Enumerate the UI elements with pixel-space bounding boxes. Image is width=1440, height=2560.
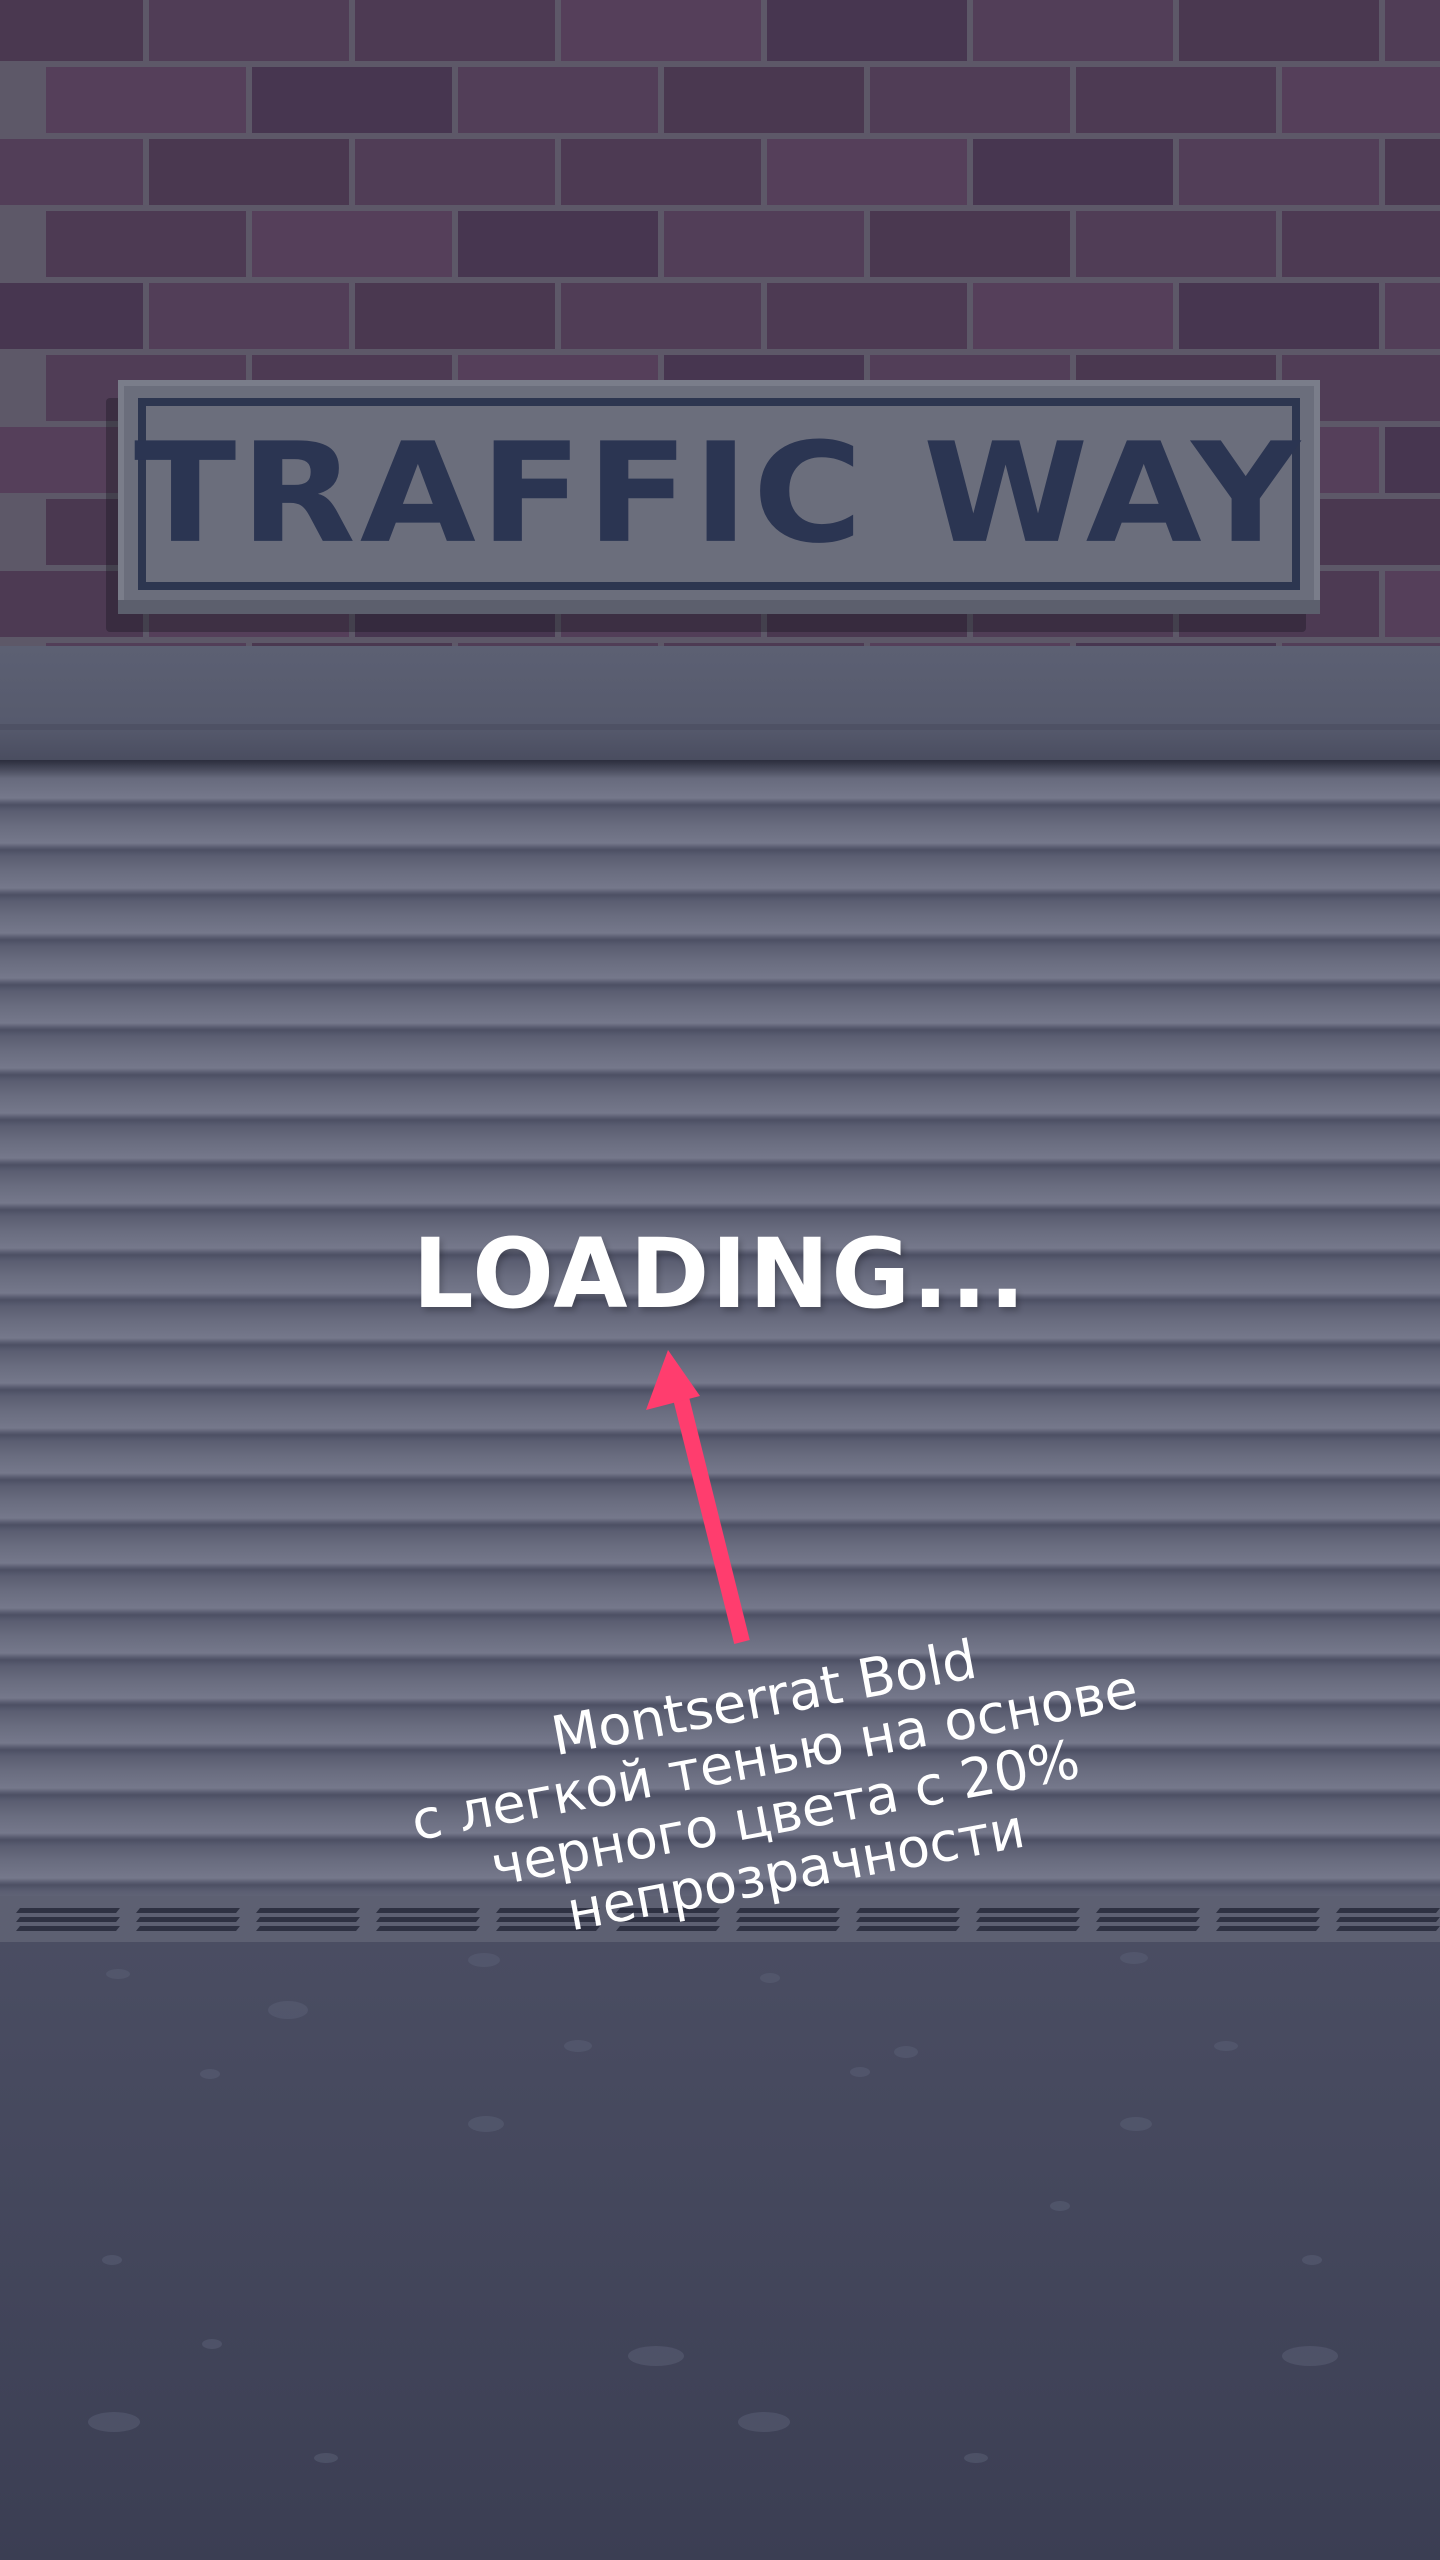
grate-slat xyxy=(256,1917,360,1922)
brick xyxy=(1076,67,1276,133)
brick xyxy=(1179,0,1379,61)
floor-pebble xyxy=(200,2069,220,2079)
floor-pebble xyxy=(102,2255,122,2265)
floor-pebble xyxy=(88,2412,140,2432)
traffic-way-sign: TRAFFIC WAY xyxy=(118,380,1320,612)
grate-slat xyxy=(856,1917,960,1922)
brick xyxy=(458,67,658,133)
grate-slat xyxy=(1096,1926,1200,1931)
floor-pebble xyxy=(564,2040,592,2052)
brick xyxy=(1385,139,1440,205)
brick xyxy=(46,211,246,277)
floor-pebble xyxy=(468,2116,504,2132)
grate-slat xyxy=(1216,1917,1320,1922)
brick xyxy=(767,139,967,205)
brick xyxy=(46,67,246,133)
floor-pebble xyxy=(1120,1952,1148,1964)
floor-pebbles xyxy=(88,1952,1338,2463)
brick xyxy=(767,0,967,61)
floor-pebble xyxy=(964,2453,988,2463)
brick xyxy=(355,0,555,61)
brick xyxy=(870,211,1070,277)
floor-pebble xyxy=(314,2453,338,2463)
grate-slat xyxy=(256,1908,360,1913)
grate-slat xyxy=(736,1926,840,1931)
grate-slat xyxy=(256,1926,360,1931)
brick xyxy=(1282,211,1440,277)
sign-frame: TRAFFIC WAY xyxy=(134,398,1300,590)
grate-slat xyxy=(136,1908,240,1913)
floor-pebble xyxy=(760,1973,780,1983)
brick xyxy=(458,211,658,277)
brick xyxy=(664,67,864,133)
brick xyxy=(1385,571,1440,637)
grate-slat xyxy=(1336,1908,1440,1913)
grate-slat xyxy=(736,1917,840,1922)
loading-label: LOADING... xyxy=(412,1218,1028,1330)
grate-slat xyxy=(136,1926,240,1931)
floor-pebble xyxy=(106,1969,130,1979)
grate-slat xyxy=(1216,1908,1320,1913)
floor-pebble xyxy=(268,2001,308,2019)
brick xyxy=(664,211,864,277)
brick xyxy=(0,139,143,205)
grate-slat xyxy=(16,1926,120,1931)
brick xyxy=(149,0,349,61)
grate-slat xyxy=(976,1926,1080,1931)
floor-pebble xyxy=(738,2412,790,2432)
brick xyxy=(561,283,761,349)
loading-screen: TRAFFIC WAY LOADING... Montserrat Bold с… xyxy=(0,0,1440,2560)
grate-slat xyxy=(16,1908,120,1913)
grate-slat xyxy=(1096,1917,1200,1922)
brick xyxy=(0,0,143,61)
floor-pebble xyxy=(1302,2255,1322,2265)
brick xyxy=(561,139,761,205)
brick xyxy=(355,139,555,205)
brick xyxy=(870,67,1070,133)
brick xyxy=(252,211,452,277)
sign-ledge xyxy=(118,600,1320,614)
brick xyxy=(1385,283,1440,349)
shutter-housing-seam xyxy=(0,724,1440,730)
brick xyxy=(973,0,1173,61)
floor-pebble xyxy=(628,2346,684,2366)
floor-pebble xyxy=(1120,2117,1152,2131)
brick xyxy=(252,67,452,133)
grate-slat xyxy=(856,1926,960,1931)
brick xyxy=(149,139,349,205)
brick xyxy=(1179,283,1379,349)
floor-pebble xyxy=(850,2067,870,2077)
brick xyxy=(1179,139,1379,205)
grate-slat xyxy=(976,1908,1080,1913)
brick xyxy=(0,283,143,349)
grate-slat xyxy=(16,1917,120,1922)
grate-slat xyxy=(1096,1908,1200,1913)
grate-slat xyxy=(1336,1926,1440,1931)
grate-slat xyxy=(976,1917,1080,1922)
grate-slat xyxy=(1336,1917,1440,1922)
floor-pebble xyxy=(202,2339,222,2349)
brick xyxy=(355,283,555,349)
floor xyxy=(0,1942,1440,2560)
brick xyxy=(973,283,1173,349)
brick xyxy=(1076,211,1276,277)
brick xyxy=(1282,67,1440,133)
brick xyxy=(1385,0,1440,61)
brick xyxy=(973,139,1173,205)
shutter-shadow xyxy=(0,760,1440,778)
floor-pebble xyxy=(894,2046,918,2058)
floor-pebble xyxy=(1214,2041,1238,2051)
floor-pebble xyxy=(1282,2346,1338,2366)
sign-title: TRAFFIC WAY xyxy=(133,413,1305,575)
grate-slat xyxy=(856,1908,960,1913)
brick xyxy=(561,0,761,61)
grate-slat xyxy=(1216,1926,1320,1931)
grate-slat xyxy=(136,1917,240,1922)
brick xyxy=(1385,427,1440,493)
shutter-housing xyxy=(0,646,1440,760)
floor-pebble xyxy=(1050,2201,1070,2211)
brick xyxy=(149,283,349,349)
brick xyxy=(767,283,967,349)
